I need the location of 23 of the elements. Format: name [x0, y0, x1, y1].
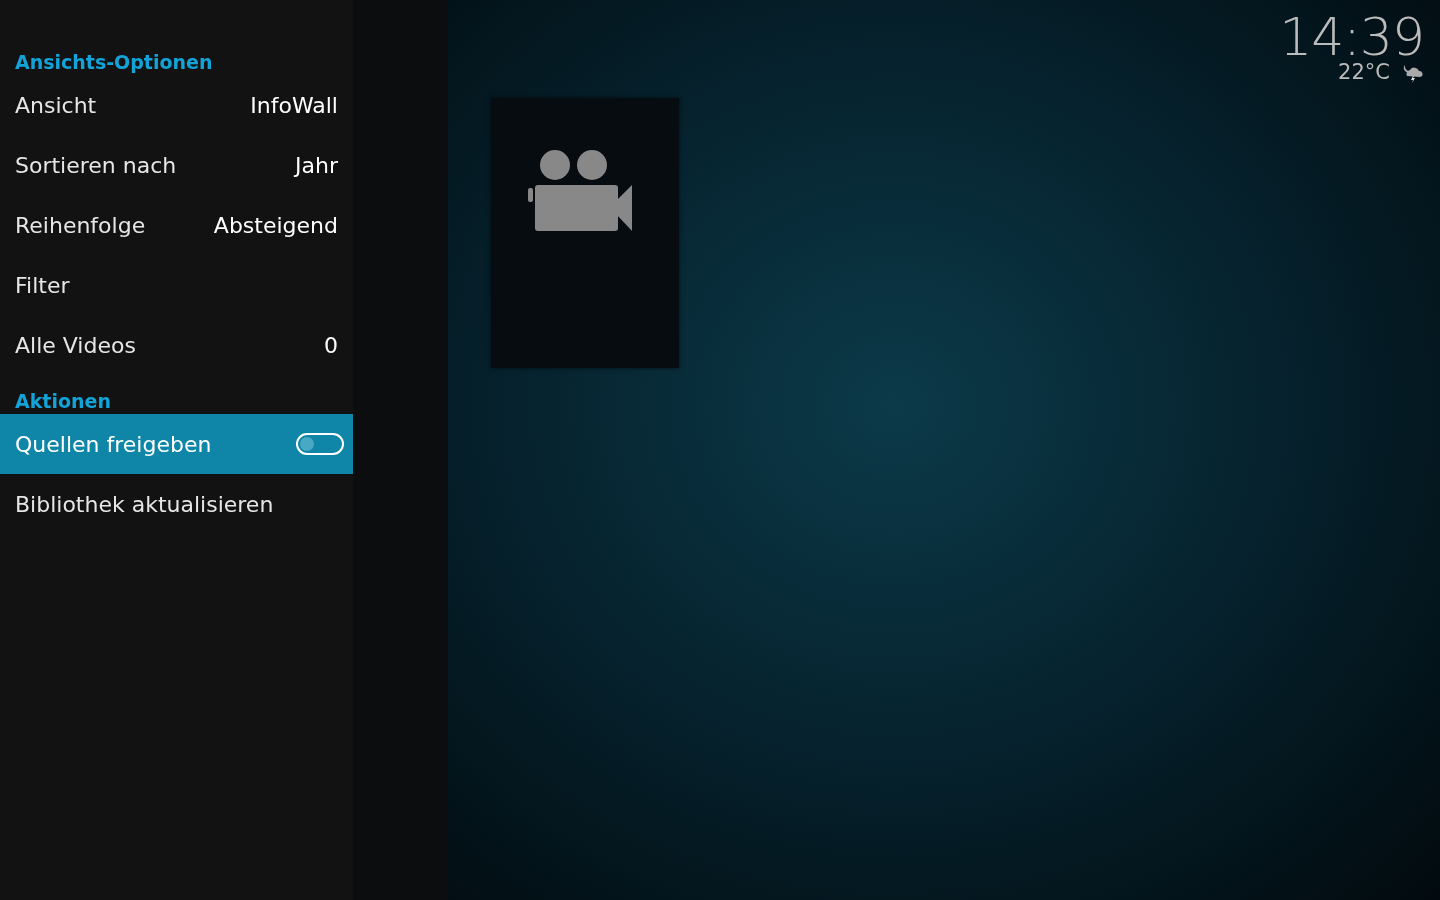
toggle-switch[interactable] — [296, 433, 344, 455]
section-heading: Aktionen — [14, 389, 112, 414]
item-value: InfoWall — [250, 92, 338, 118]
menu-item[interactable]: Ansicht InfoWall — [0, 75, 353, 135]
menu-item[interactable]: Sortieren nach Jahr — [0, 135, 353, 195]
item-label: Filter — [15, 272, 70, 298]
menu-item[interactable]: Reihenfolge Absteigend — [0, 195, 353, 255]
video-camera-icon — [528, 150, 634, 232]
item-label: Ansicht — [15, 92, 97, 118]
menu-item[interactable]: Filter — [0, 255, 353, 315]
item-label: Bibliothek aktualisieren — [15, 491, 274, 517]
item-label: Reihenfolge — [15, 212, 146, 238]
section-heading: Ansichts-Optionen — [14, 50, 214, 75]
menu-item[interactable]: Quellen freigeben — [0, 414, 353, 474]
item-label: Quellen freigeben — [15, 431, 212, 457]
item-label: Alle Videos — [15, 332, 136, 358]
item-value: 0 — [324, 332, 338, 358]
menu-item[interactable]: Bibliothek aktualisieren — [0, 474, 353, 534]
item-value: Jahr — [295, 152, 338, 178]
item-label: Sortieren nach — [15, 152, 177, 178]
item-value: Absteigend — [213, 212, 338, 238]
poster-card[interactable] — [491, 98, 679, 368]
menu-item[interactable]: Alle Videos 0 — [0, 315, 353, 375]
